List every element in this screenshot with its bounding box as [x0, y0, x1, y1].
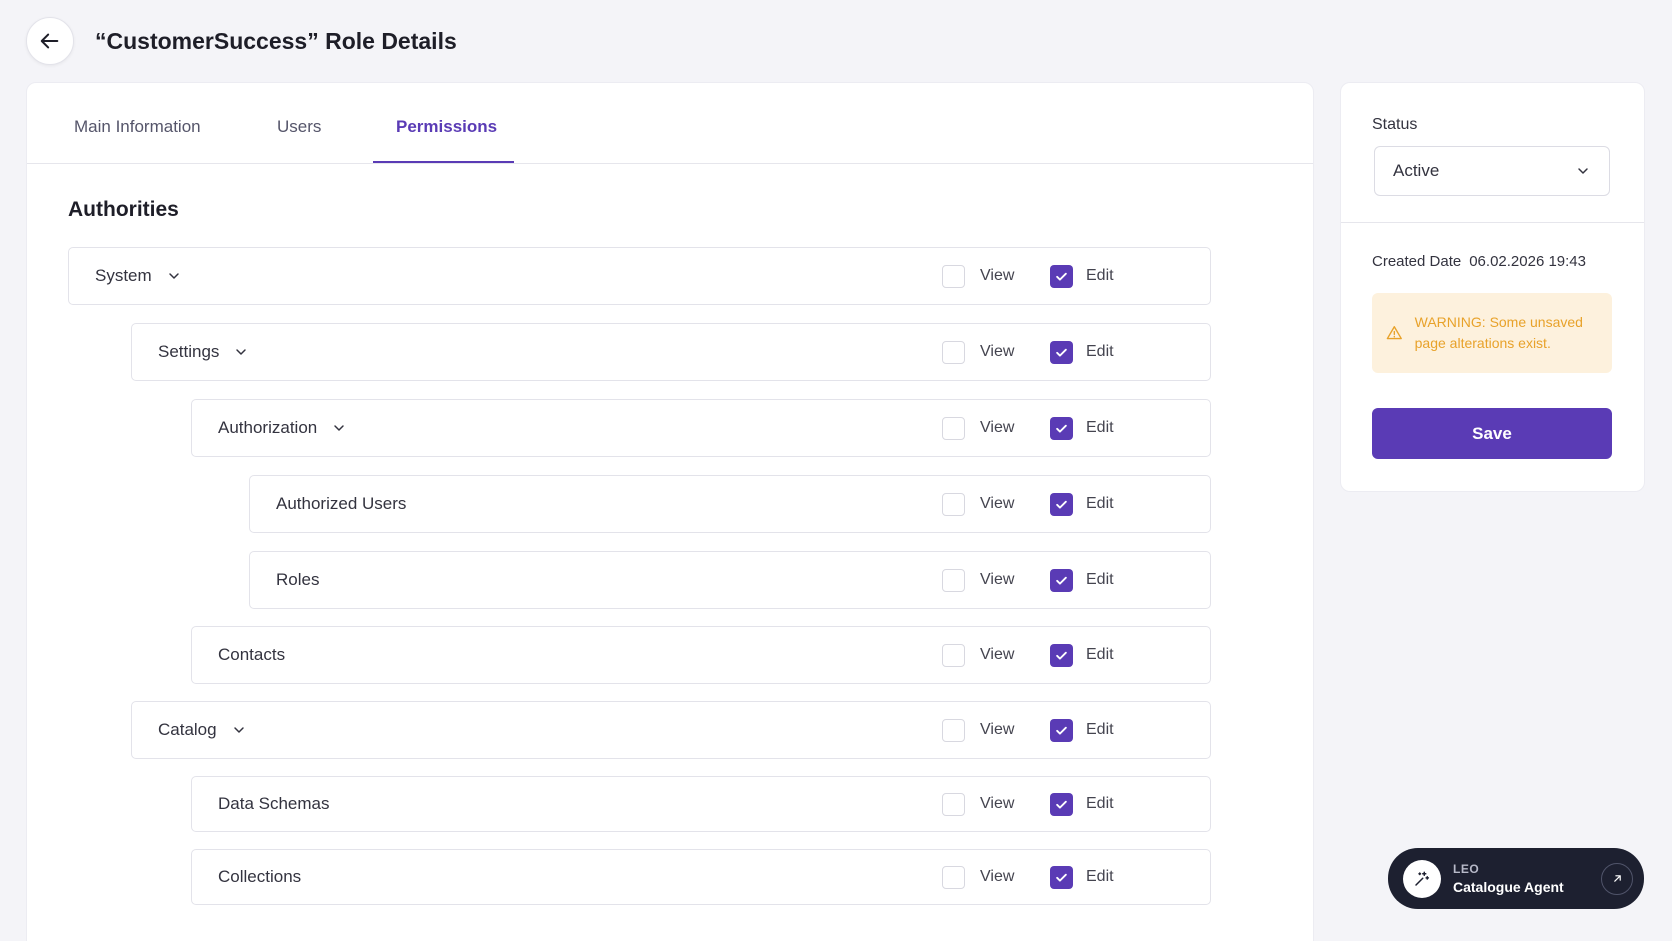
edit-label: Edit — [1086, 267, 1114, 284]
tab-main-information[interactable]: Main Information — [74, 117, 201, 137]
view-checkbox[interactable] — [942, 568, 965, 592]
authority-row-system: System View Edit — [68, 247, 1211, 305]
authority-label: System — [95, 266, 152, 285]
authority-label: Authorized Users — [276, 494, 407, 513]
warning-banner: WARNING: Some unsaved page alterations e… — [1372, 293, 1612, 373]
checkmark-icon — [1056, 873, 1067, 882]
expand-chevron-icon[interactable] — [231, 722, 247, 738]
expand-chevron-icon[interactable] — [233, 344, 249, 360]
view-label: View — [980, 343, 1015, 360]
edit-label: Edit — [1086, 795, 1114, 812]
chevron-down-icon — [1578, 168, 1588, 174]
authority-label: Settings — [158, 342, 220, 361]
created-date: Created Date 06.02.2026 19:43 — [1372, 253, 1586, 270]
agent-widget[interactable]: LEO Catalogue Agent — [1388, 848, 1644, 909]
edit-checkbox[interactable] — [1050, 416, 1073, 440]
view-checkbox[interactable] — [942, 416, 965, 440]
authority-label: Roles — [276, 570, 320, 589]
view-label: View — [980, 868, 1015, 885]
page-header: “CustomerSuccess” Role Details — [26, 17, 457, 65]
active-tab-indicator — [373, 161, 514, 163]
view-label: View — [980, 721, 1015, 738]
view-checkbox[interactable] — [942, 718, 965, 742]
checkmark-icon — [1056, 500, 1067, 509]
created-date-value: 06.02.2026 19:43 — [1469, 253, 1586, 270]
view-checkbox[interactable] — [942, 643, 965, 667]
view-label: View — [980, 267, 1015, 284]
arrow-left-icon — [40, 33, 59, 49]
agent-name: Catalogue Agent — [1453, 879, 1564, 895]
checkmark-icon — [1056, 424, 1067, 433]
agent-kicker: LEO — [1453, 862, 1480, 876]
checkmark-icon — [1056, 272, 1067, 281]
created-date-label: Created Date — [1372, 253, 1462, 270]
save-button[interactable]: Save — [1372, 408, 1612, 459]
authority-row-settings: Settings View Edit — [131, 323, 1211, 381]
authority-row-authorized-users: Authorized Users View Edit — [249, 475, 1211, 533]
edit-label: Edit — [1086, 495, 1114, 512]
authority-label: Catalog — [158, 720, 217, 739]
authority-row-contacts: Contacts View Edit — [191, 626, 1211, 684]
view-checkbox[interactable] — [942, 340, 965, 364]
main-card: Main Information Users Permissions Autho… — [26, 82, 1314, 941]
edit-checkbox[interactable] — [1050, 718, 1073, 742]
authority-row-data-schemas: Data Schemas View Edit — [191, 776, 1211, 832]
view-label: View — [980, 495, 1015, 512]
edit-label: Edit — [1086, 343, 1114, 360]
tab-bar: Main Information Users Permissions — [27, 83, 1313, 164]
authority-row-collections: Collections View Edit — [191, 849, 1211, 905]
edit-label: Edit — [1086, 571, 1114, 588]
status-select[interactable]: Active — [1374, 146, 1610, 196]
authority-row-roles: Roles View Edit — [249, 551, 1211, 609]
checkmark-icon — [1056, 651, 1067, 660]
status-label: Status — [1372, 116, 1418, 133]
authority-label: Authorization — [218, 418, 318, 437]
edit-label: Edit — [1086, 646, 1114, 663]
authority-label: Contacts — [218, 645, 286, 664]
view-label: View — [980, 419, 1015, 436]
sparkle-icon — [1415, 871, 1430, 886]
view-checkbox[interactable] — [942, 865, 965, 889]
view-label: View — [980, 795, 1015, 812]
agent-open-button[interactable] — [1601, 862, 1633, 895]
authority-row-catalog: Catalog View Edit — [131, 701, 1211, 759]
back-button[interactable] — [26, 17, 74, 65]
authority-row-authorization: Authorization View Edit — [191, 399, 1211, 457]
tab-users[interactable]: Users — [277, 117, 321, 137]
status-value: Active — [1393, 161, 1440, 180]
page-title: “CustomerSuccess” Role Details — [95, 27, 457, 54]
authority-label: Collections — [218, 867, 302, 886]
edit-checkbox[interactable] — [1050, 643, 1073, 667]
edit-checkbox[interactable] — [1050, 340, 1073, 364]
agent-avatar — [1403, 859, 1441, 898]
edit-checkbox[interactable] — [1050, 792, 1073, 816]
view-checkbox[interactable] — [942, 792, 965, 816]
checkmark-icon — [1056, 800, 1067, 809]
edit-checkbox[interactable] — [1050, 264, 1073, 288]
view-checkbox[interactable] — [942, 492, 965, 516]
authority-label: Data Schemas — [218, 794, 330, 813]
edit-checkbox[interactable] — [1050, 568, 1073, 592]
divider — [1341, 222, 1644, 223]
edit-label: Edit — [1086, 419, 1114, 436]
agent-text: LEO Catalogue Agent — [1453, 862, 1601, 895]
expand-chevron-icon[interactable] — [166, 268, 182, 284]
edit-label: Edit — [1086, 721, 1114, 738]
view-label: View — [980, 571, 1015, 588]
checkmark-icon — [1056, 576, 1067, 585]
checkmark-icon — [1056, 348, 1067, 357]
edit-checkbox[interactable] — [1050, 492, 1073, 516]
authorities-title: Authorities — [68, 198, 179, 221]
edit-label: Edit — [1086, 868, 1114, 885]
view-label: View — [980, 646, 1015, 663]
status-panel: Status Active Created Date 06.02.2026 19:… — [1340, 82, 1645, 492]
edit-checkbox[interactable] — [1050, 865, 1073, 889]
tab-permissions[interactable]: Permissions — [396, 117, 497, 137]
expand-chevron-icon[interactable] — [331, 420, 347, 436]
warning-text: WARNING: Some unsaved page alterations e… — [1414, 314, 1583, 351]
warning-icon — [1386, 326, 1402, 340]
view-checkbox[interactable] — [942, 264, 965, 288]
arrow-up-right-icon — [1613, 875, 1621, 882]
checkmark-icon — [1056, 726, 1067, 735]
